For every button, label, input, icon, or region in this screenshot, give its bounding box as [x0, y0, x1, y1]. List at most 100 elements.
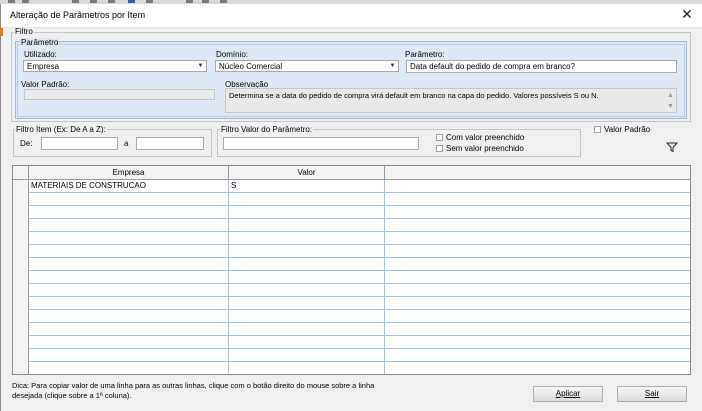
de-input[interactable]: [41, 137, 118, 150]
parametro-group-legend: Parâmetro: [20, 38, 60, 47]
row-selector[interactable]: [13, 258, 29, 271]
dominio-select[interactable]: Núcleo Comercial ▼: [215, 60, 399, 72]
cell-valor[interactable]: [229, 297, 385, 310]
dialog-title: Alteração de Parâmetros por Item: [10, 10, 146, 20]
dominio-value: Núcleo Comercial: [219, 62, 283, 71]
observacao-text: Determina se a data do pedido de compra …: [229, 91, 599, 100]
grid-header: Empresa Valor: [13, 166, 690, 180]
cell-empresa[interactable]: [29, 206, 229, 219]
toolbar-icon: [90, 0, 97, 3]
filter-funnel-icon[interactable]: [665, 141, 679, 153]
cell-valor[interactable]: S: [229, 180, 385, 193]
cell-empresa[interactable]: MATERIAIS DE CONSTRUCAO: [29, 180, 229, 193]
table-row[interactable]: [13, 336, 690, 349]
table-row[interactable]: [13, 258, 690, 271]
table-row[interactable]: [13, 245, 690, 258]
cell-empresa[interactable]: [29, 245, 229, 258]
cell-valor[interactable]: [229, 284, 385, 297]
cell-valor[interactable]: [229, 362, 385, 374]
row-selector[interactable]: [13, 362, 29, 374]
cell-empresa[interactable]: [29, 349, 229, 362]
dica-line-1: Dica: Para copiar valor de uma linha par…: [12, 381, 375, 390]
sair-button[interactable]: Sair: [617, 386, 687, 402]
utilizado-label: Utilizado:: [24, 50, 57, 59]
toolbar-icon: [72, 0, 79, 3]
cell-empresa[interactable]: [29, 336, 229, 349]
cell-valor[interactable]: [229, 336, 385, 349]
cell-empresa[interactable]: [29, 362, 229, 374]
valor-parametro-input[interactable]: [223, 137, 419, 150]
utilizado-value: Empresa: [27, 62, 60, 71]
cell-empresa[interactable]: [29, 310, 229, 323]
cell-valor[interactable]: [229, 232, 385, 245]
table-row[interactable]: [13, 323, 690, 336]
row-selector[interactable]: [13, 219, 29, 232]
cell-valor[interactable]: [229, 258, 385, 271]
row-selector[interactable]: [13, 193, 29, 206]
cell-empresa[interactable]: [29, 193, 229, 206]
row-selector[interactable]: [13, 284, 29, 297]
cell-valor[interactable]: [229, 245, 385, 258]
toolbar-icon: [202, 0, 209, 3]
parametro-value: Data default do pedido de compra em bran…: [410, 62, 575, 71]
table-row[interactable]: [13, 284, 690, 297]
valor-padrao-checkbox[interactable]: [594, 126, 601, 133]
table-row[interactable]: [13, 232, 690, 245]
parametro-label: Parâmetro:: [405, 50, 445, 59]
parametro-field[interactable]: Data default do pedido de compra em bran…: [406, 60, 677, 73]
table-row[interactable]: [13, 206, 690, 219]
cell-valor[interactable]: [229, 271, 385, 284]
table-row[interactable]: [13, 297, 690, 310]
grid-header-corner: [13, 166, 29, 179]
cell-empresa[interactable]: [29, 323, 229, 336]
cell-empresa[interactable]: [29, 284, 229, 297]
row-selector[interactable]: [13, 336, 29, 349]
row-selector[interactable]: [13, 297, 29, 310]
chevron-down-icon[interactable]: ▼: [388, 62, 397, 70]
cell-valor[interactable]: [229, 349, 385, 362]
row-selector[interactable]: [13, 271, 29, 284]
sem-valor-checkbox[interactable]: [436, 145, 443, 152]
table-row[interactable]: [13, 193, 690, 206]
row-selector[interactable]: [13, 349, 29, 362]
grid-header-valor[interactable]: Valor: [229, 166, 385, 179]
row-selector[interactable]: [13, 245, 29, 258]
filtro-legend: Filtro: [14, 27, 34, 36]
cell-empresa[interactable]: [29, 297, 229, 310]
table-row[interactable]: [13, 219, 690, 232]
row-selector[interactable]: [13, 180, 29, 193]
toolbar-icon: [108, 0, 115, 3]
cell-valor[interactable]: [229, 323, 385, 336]
com-valor-checkbox[interactable]: [436, 134, 443, 141]
scroll-down-icon[interactable]: ▼: [667, 103, 674, 110]
grid-header-empresa[interactable]: Empresa: [29, 166, 229, 179]
utilizado-select[interactable]: Empresa ▼: [23, 60, 207, 72]
row-selector[interactable]: [13, 323, 29, 336]
cell-valor[interactable]: [229, 310, 385, 323]
de-label: De:: [20, 139, 33, 148]
aplicar-label: Aplicar: [555, 389, 581, 398]
toolbar-icon: [186, 0, 193, 3]
row-selector[interactable]: [13, 206, 29, 219]
row-selector[interactable]: [13, 310, 29, 323]
parametros-grid[interactable]: Empresa Valor MATERIAIS DE CONSTRUCAO S: [12, 165, 691, 375]
a-input[interactable]: [136, 137, 204, 150]
a-label: a: [124, 139, 129, 148]
table-row[interactable]: [13, 310, 690, 323]
table-row[interactable]: [13, 362, 690, 374]
table-row[interactable]: [13, 271, 690, 284]
cell-valor[interactable]: [229, 193, 385, 206]
scroll-up-icon[interactable]: ▲: [667, 92, 674, 99]
chevron-down-icon[interactable]: ▼: [196, 62, 205, 70]
cell-empresa[interactable]: [29, 232, 229, 245]
table-row[interactable]: [13, 349, 690, 362]
cell-valor[interactable]: [229, 206, 385, 219]
cell-empresa[interactable]: [29, 219, 229, 232]
table-row[interactable]: MATERIAIS DE CONSTRUCAO S: [13, 180, 690, 193]
cell-empresa[interactable]: [29, 271, 229, 284]
aplicar-button[interactable]: Aplicar: [533, 386, 603, 402]
close-icon[interactable]: ✕: [680, 7, 694, 21]
cell-empresa[interactable]: [29, 258, 229, 271]
cell-valor[interactable]: [229, 219, 385, 232]
row-selector[interactable]: [13, 232, 29, 245]
